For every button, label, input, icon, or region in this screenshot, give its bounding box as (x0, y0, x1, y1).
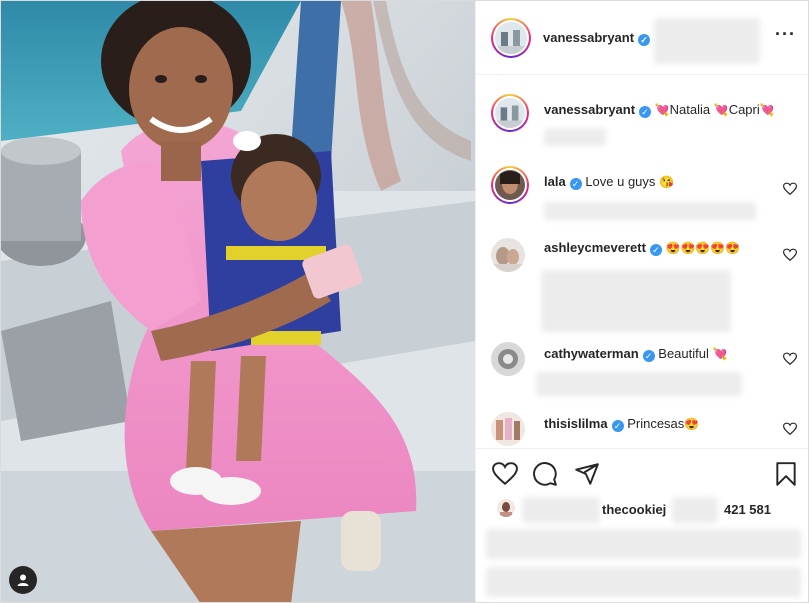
blurred-comment-meta (544, 202, 756, 220)
author-username[interactable]: vanessabryant ✓ (543, 30, 651, 46)
comment-body: Beautiful (658, 346, 709, 361)
blurred-timestamp (544, 128, 606, 146)
user-tag-icon[interactable] (9, 566, 37, 594)
author-avatar-ring[interactable] (491, 17, 531, 58)
heart-icon[interactable] (782, 352, 798, 366)
caption-emoji: 💘 (759, 103, 775, 117)
comment-text: lala ✓ Love u guys 😘 (544, 174, 674, 190)
comment-item: thisislilma ✓ Princesas😍 (491, 412, 801, 448)
post-actions: thecookiej 421 581 (476, 448, 808, 602)
instagram-post-frame: vanessabryant ✓ ··· vanessabryant ✓ 💘Natal… (0, 0, 809, 603)
comment-item: cathywaterman ✓ Beautiful 💘 (491, 342, 801, 402)
comment-text: cathywaterman ✓ Beautiful 💘 (544, 346, 727, 362)
comment-emoji: 😍 (684, 417, 700, 431)
comment-text: ashleycmeverett ✓ 😍😍😍😍😍 (544, 240, 740, 256)
blurred-comment-input (486, 567, 801, 597)
more-options-icon[interactable]: ··· (775, 25, 796, 43)
comment-avatar-ring[interactable] (491, 166, 529, 204)
comment-username[interactable]: thisislilma (544, 416, 608, 431)
comment-username[interactable]: lala (544, 174, 566, 189)
caption-username[interactable]: vanessabryant (544, 102, 635, 117)
post-header: vanessabryant ✓ ··· (476, 1, 808, 75)
comment-body: Love u guys (585, 174, 656, 189)
blurred-comment-meta (536, 372, 742, 396)
comment-emoji: 😍😍😍😍😍 (665, 241, 741, 255)
share-icon[interactable] (574, 461, 600, 492)
comments-list: vanessabryant✓ 💘Natalia 💘Capri💘 lala✓ (476, 76, 808, 448)
blurred-like-text (672, 497, 718, 523)
verified-badge-icon: ✓ (638, 33, 651, 46)
heart-icon[interactable] (492, 461, 518, 492)
verified-badge-icon: ✓ (639, 106, 652, 118)
bookmark-icon[interactable] (773, 461, 799, 492)
caption-emoji: 💘 (654, 103, 670, 117)
comment-username[interactable]: ashleycmeverett (544, 240, 646, 255)
liker-username[interactable]: thecookiej (602, 502, 666, 517)
comment-emoji: 💘 (712, 347, 728, 361)
comment-item: ashleycmeverett ✓ 😍😍😍😍😍 (491, 238, 801, 338)
blurred-follow-region (654, 18, 760, 64)
caption-name: Capri (728, 102, 760, 117)
caption-name: Natalia (669, 102, 711, 117)
like-count[interactable]: 421 581 (724, 502, 771, 517)
verified-badge-icon: ✓ (611, 420, 624, 432)
post-photo[interactable] (1, 1, 475, 602)
liker-avatar (497, 499, 515, 517)
verified-badge-icon: ✓ (569, 178, 582, 190)
caption-avatar (495, 98, 525, 128)
comment-avatar[interactable] (491, 412, 525, 446)
verified-badge-icon: ✓ (642, 350, 655, 362)
post-side-panel: vanessabryant ✓ ··· vanessabryant ✓ 💘Natal… (475, 1, 808, 602)
comment-emoji: 😘 (659, 175, 674, 189)
heart-icon[interactable] (782, 422, 798, 436)
heart-icon[interactable] (782, 248, 798, 262)
blurred-like-text (522, 497, 600, 523)
blurred-timestamp-area (486, 529, 801, 559)
comment-avatar (495, 170, 525, 200)
blurred-comment-meta (541, 270, 731, 332)
caption-item: vanessabryant ✓ 💘Natalia 💘Capri💘 (491, 94, 801, 154)
comment-username[interactable]: cathywaterman (544, 346, 639, 361)
comment-avatar[interactable] (491, 238, 525, 272)
comment-text: thisislilma ✓ Princesas😍 (544, 416, 699, 432)
author-avatar (495, 21, 527, 54)
verified-badge-icon: ✓ (649, 244, 662, 256)
comment-icon[interactable] (532, 461, 558, 492)
caption-avatar-ring[interactable] (491, 94, 529, 132)
comment-body: Princesas (627, 416, 685, 431)
comment-avatar[interactable] (491, 342, 525, 376)
caption-emoji: 💘 (713, 103, 729, 117)
action-bar (492, 461, 802, 489)
caption-text: vanessabryant ✓ 💘Natalia 💘Capri💘 (544, 102, 775, 118)
likes-summary: thecookiej 421 581 (492, 497, 802, 523)
comment-item: lala ✓ Love u guys 😘 (491, 166, 801, 222)
heart-icon[interactable] (782, 182, 798, 196)
